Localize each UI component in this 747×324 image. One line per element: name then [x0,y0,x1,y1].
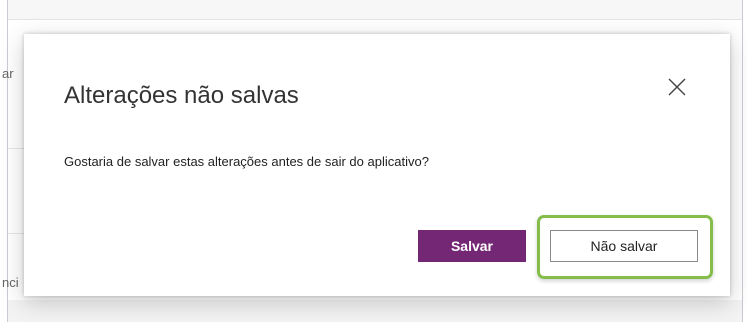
dialog-title: Alterações não salvas [64,82,299,109]
close-button[interactable] [662,72,692,102]
close-icon [668,78,686,96]
app-screen: ar nci Alterações não salvas Gostaria de… [0,0,747,324]
unsaved-changes-dialog: Alterações não salvas Gostaria de salvar… [24,34,730,296]
background-text-fragment: ar [2,66,14,81]
save-button[interactable]: Salvar [418,230,526,262]
background-text-fragment: nci [2,275,19,290]
background-footer-band [8,300,742,322]
dialog-message: Gostaria de salvar estas alterações ante… [64,154,429,169]
dont-save-button[interactable]: Não salvar [550,230,698,262]
background-header-band [8,0,742,20]
